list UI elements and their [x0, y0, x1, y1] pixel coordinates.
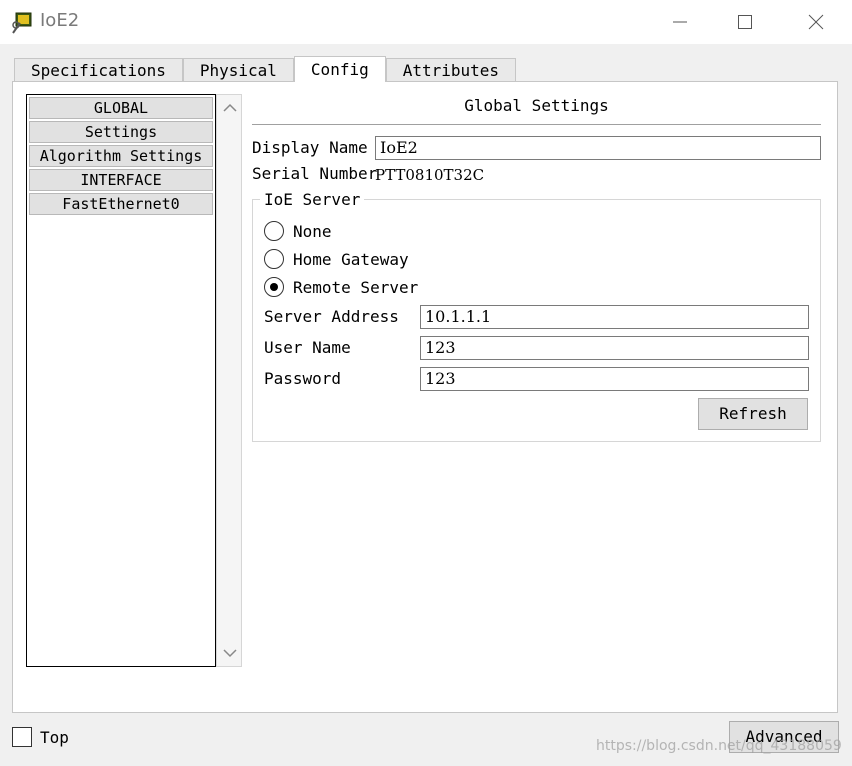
user-name-label: User Name: [264, 338, 351, 357]
ioe-server-legend: IoE Server: [260, 190, 365, 209]
title-bar: IoE2: [0, 0, 852, 44]
password-label: Password: [264, 369, 342, 388]
radio-none[interactable]: [264, 221, 284, 241]
nav-scrollbar[interactable]: [216, 94, 242, 667]
chevron-down-icon[interactable]: [223, 648, 237, 658]
tab-config[interactable]: Config: [293, 56, 386, 82]
close-icon: [808, 14, 824, 30]
tab-physical[interactable]: Physical: [182, 58, 294, 82]
server-address-input[interactable]: 10.1.1.1: [420, 305, 809, 329]
user-name-input[interactable]: 123: [420, 336, 809, 360]
nav-item-algorithm-settings[interactable]: Algorithm Settings: [29, 145, 213, 167]
top-checkbox[interactable]: [12, 727, 32, 747]
tab-specifications[interactable]: Specifications: [14, 58, 183, 82]
tab-bar: Specifications Physical Config Attribute…: [14, 56, 517, 82]
section-title: Global Settings: [464, 96, 609, 115]
display-name-label: Display Name: [252, 138, 368, 157]
watermark: https://blog.csdn.net/qq_43188059: [596, 738, 842, 754]
config-nav-list: GLOBAL Settings Algorithm Settings INTER…: [26, 94, 216, 667]
serial-number-value: PTT0810T32C: [375, 166, 485, 184]
section-divider: [252, 124, 821, 125]
server-address-label: Server Address: [264, 307, 399, 326]
radio-home-gateway[interactable]: [264, 249, 284, 269]
serial-number-label: Serial Number: [252, 164, 378, 183]
nav-item-settings[interactable]: Settings: [29, 121, 213, 143]
radio-none-label[interactable]: None: [293, 222, 332, 241]
refresh-button[interactable]: Refresh: [698, 398, 808, 430]
nav-item-fastethernet0[interactable]: FastEthernet0: [29, 193, 213, 215]
chevron-up-icon[interactable]: [223, 103, 237, 113]
password-input[interactable]: 123: [420, 367, 809, 391]
top-checkbox-label[interactable]: Top: [40, 728, 69, 747]
radio-remote-server-label[interactable]: Remote Server: [293, 278, 418, 297]
maximize-icon: [738, 15, 752, 29]
maximize-button[interactable]: [709, 0, 781, 44]
tab-attributes[interactable]: Attributes: [385, 58, 517, 82]
close-button[interactable]: [780, 0, 852, 44]
app-icon: [11, 11, 35, 35]
minimize-button[interactable]: [644, 0, 716, 44]
minimize-icon: [673, 21, 687, 23]
nav-item-interface[interactable]: INTERFACE: [29, 169, 213, 191]
radio-home-gateway-label[interactable]: Home Gateway: [293, 250, 409, 269]
radio-remote-server[interactable]: [264, 277, 284, 297]
nav-item-global[interactable]: GLOBAL: [29, 97, 213, 119]
window-title: IoE2: [40, 10, 80, 31]
display-name-input[interactable]: IoE2: [375, 136, 821, 160]
